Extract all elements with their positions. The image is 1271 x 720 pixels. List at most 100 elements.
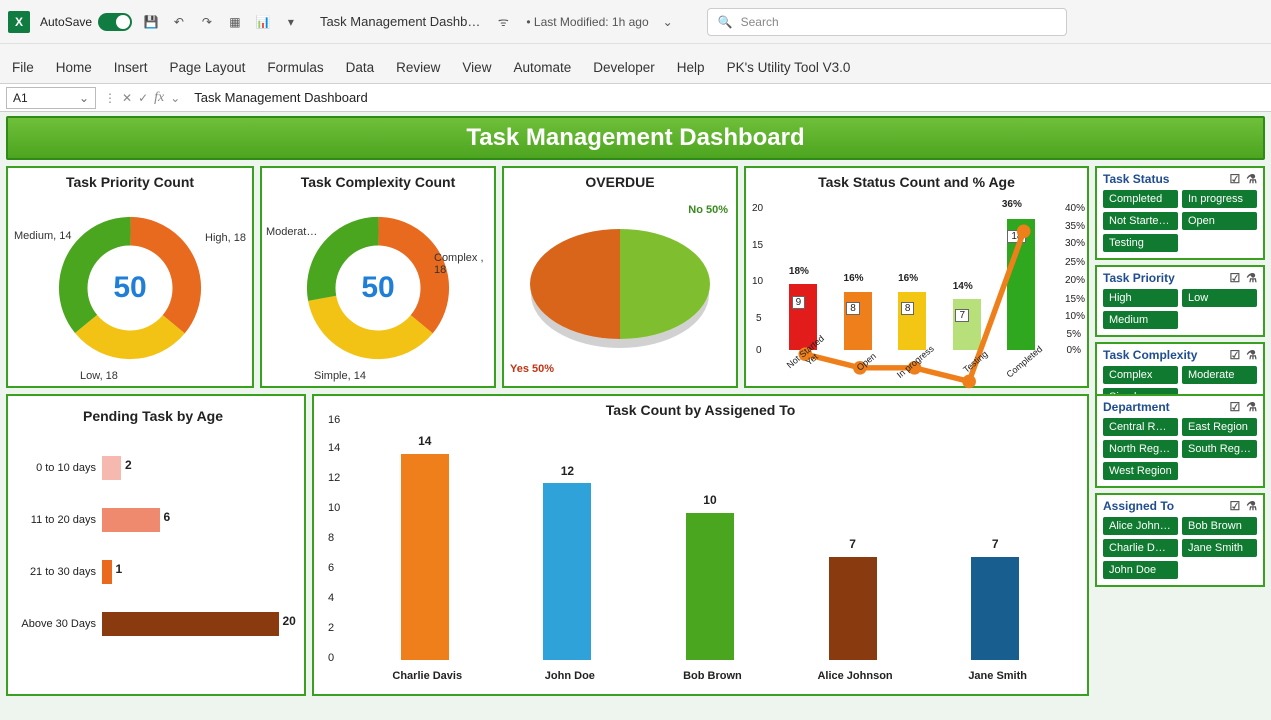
dashboard-row-1: Task Priority Count 50 High, 18 Medium, …: [6, 166, 1265, 388]
tab-review[interactable]: Review: [396, 60, 440, 83]
tab-file[interactable]: File: [12, 60, 34, 83]
undo-icon[interactable]: ↶: [170, 13, 188, 31]
slicer-item[interactable]: Alice John…: [1103, 517, 1178, 535]
slicer-item[interactable]: Testing: [1103, 234, 1178, 252]
clear-filter-icon[interactable]: ⚗: [1246, 348, 1257, 362]
y2tick: 20%: [1065, 275, 1085, 286]
vbar-cat: Jane Smith: [943, 670, 1053, 682]
worksheet-area: Task Management Dashboard Task Priority …: [0, 112, 1271, 720]
slicer-department[interactable]: Department ☑⚗ Central R… East Region Nor…: [1095, 394, 1265, 488]
slicer-item[interactable]: Completed: [1103, 190, 1178, 208]
file-name[interactable]: Task Management Dashb…: [320, 14, 480, 29]
tab-page-layout[interactable]: Page Layout: [170, 60, 246, 83]
slicer-item[interactable]: Moderate: [1182, 366, 1257, 384]
slicer-item[interactable]: Bob Brown: [1182, 517, 1257, 535]
segment-label-low: Low, 18: [80, 370, 118, 382]
tab-pk-utility[interactable]: PK's Utility Tool V3.0: [727, 60, 851, 83]
card-title: Task Priority Count: [8, 168, 252, 190]
search-icon: 🔍: [718, 15, 733, 29]
card-title: Task Count by Assigened To: [314, 396, 1087, 418]
slicer-item[interactable]: East Region: [1182, 418, 1257, 436]
tab-insert[interactable]: Insert: [114, 60, 148, 83]
clear-filter-icon[interactable]: ⚗: [1246, 172, 1257, 186]
clear-filter-icon[interactable]: ⚗: [1246, 400, 1257, 414]
vbar: [829, 557, 877, 660]
multiselect-icon[interactable]: ☑: [1229, 348, 1240, 362]
slicer-item[interactable]: Central R…: [1103, 418, 1178, 436]
slicer-item[interactable]: John Doe: [1103, 561, 1178, 579]
clear-filter-icon[interactable]: ⚗: [1246, 499, 1257, 513]
slicer-item[interactable]: Not Starte…: [1103, 212, 1178, 230]
hbar-fill: [102, 612, 279, 636]
tab-home[interactable]: Home: [56, 60, 92, 83]
slicer-item[interactable]: Low: [1182, 289, 1257, 307]
donut-chart-complexity: 50 Complex , 18 Moderat… Simple, 14: [262, 190, 494, 386]
more-icon[interactable]: ⋮: [104, 91, 116, 105]
name-box[interactable]: A1 ⌄: [6, 87, 96, 109]
customize-qat-icon[interactable]: ▾: [282, 13, 300, 31]
card-task-status: Task Status Count and % Age 0 5 10 15 20…: [744, 166, 1089, 388]
slicer-item[interactable]: West Region: [1103, 462, 1178, 480]
multiselect-icon[interactable]: ☑: [1229, 271, 1240, 285]
pie-3d: [530, 229, 710, 339]
slicer-item[interactable]: Open: [1182, 212, 1257, 230]
slicer-title: Task Complexity: [1103, 348, 1197, 362]
slicer-item[interactable]: South Reg…: [1182, 440, 1257, 458]
slicer-item[interactable]: High: [1103, 289, 1178, 307]
clear-filter-icon[interactable]: ⚗: [1246, 271, 1257, 285]
fx-dropdown-icon[interactable]: ⌄: [170, 91, 180, 105]
enter-icon[interactable]: ✓: [138, 91, 148, 105]
fx-icon[interactable]: fx: [154, 90, 164, 106]
ytick: 0: [328, 652, 334, 664]
ytick: 15: [752, 240, 763, 251]
donut-center-value: 50: [361, 271, 394, 305]
tab-developer[interactable]: Developer: [593, 60, 655, 83]
namebox-dropdown-icon[interactable]: ⌄: [79, 91, 89, 105]
last-modified[interactable]: • Last Modified: 1h ago: [526, 15, 648, 29]
cancel-icon[interactable]: ✕: [122, 91, 132, 105]
toggle-on-icon[interactable]: [98, 13, 132, 31]
tab-data[interactable]: Data: [346, 60, 375, 83]
chevron-down-icon[interactable]: ⌄: [659, 13, 677, 31]
slicer-task-priority[interactable]: Task Priority ☑⚗ High Low Medium: [1095, 265, 1265, 337]
ytick: 20: [752, 203, 763, 214]
segment-label-high: High, 18: [205, 232, 246, 244]
vbar: [543, 483, 591, 660]
share-icon[interactable]: ᯤ: [494, 13, 512, 31]
grid-icon[interactable]: ▦: [226, 13, 244, 31]
multiselect-icon[interactable]: ☑: [1229, 400, 1240, 414]
slicer-item[interactable]: Jane Smith: [1182, 539, 1257, 557]
ytick: 2: [328, 622, 334, 634]
redo-icon[interactable]: ↷: [198, 13, 216, 31]
tab-automate[interactable]: Automate: [513, 60, 571, 83]
vbar-cat: Bob Brown: [657, 670, 767, 682]
search-input[interactable]: 🔍 Search: [707, 8, 1067, 36]
slicer-assigned-to[interactable]: Assigned To ☑ ⚗ Alice John… Bob Brown Cha…: [1095, 493, 1265, 587]
vbar-value: 10: [686, 493, 734, 507]
formula-input[interactable]: Task Management Dashboard: [180, 90, 1271, 105]
slicer-item[interactable]: In progress: [1182, 190, 1257, 208]
chart-icon[interactable]: 📊: [254, 13, 272, 31]
hbar-fill: [102, 456, 121, 480]
slicer-item[interactable]: Complex: [1103, 366, 1178, 384]
tab-view[interactable]: View: [462, 60, 491, 83]
hbar-cat: 21 to 30 days: [12, 566, 102, 578]
slicer-item[interactable]: North Reg…: [1103, 440, 1178, 458]
tab-formulas[interactable]: Formulas: [267, 60, 323, 83]
slicer-item[interactable]: Medium: [1103, 311, 1178, 329]
multiselect-icon[interactable]: ☑: [1229, 499, 1240, 513]
pie-label-yes: Yes 50%: [510, 363, 554, 376]
multiselect-icon[interactable]: ☑: [1229, 172, 1240, 186]
slicer-task-status[interactable]: Task Status ☑⚗ Completed In progress Not…: [1095, 166, 1265, 260]
hbar-cat: 11 to 20 days: [12, 514, 102, 526]
hbar-value: 2: [125, 458, 132, 472]
save-icon[interactable]: 💾: [142, 13, 160, 31]
segment-label-complex: Complex , 18: [434, 252, 490, 276]
slicer-item[interactable]: Charlie D…: [1103, 539, 1178, 557]
tab-help[interactable]: Help: [677, 60, 705, 83]
hbar-row: 21 to 30 days 1: [12, 546, 294, 598]
ytick: 10: [328, 502, 340, 514]
ytick: 14: [328, 442, 340, 454]
autosave-toggle[interactable]: AutoSave On: [40, 13, 132, 31]
slicer-title: Assigned To: [1103, 499, 1174, 513]
